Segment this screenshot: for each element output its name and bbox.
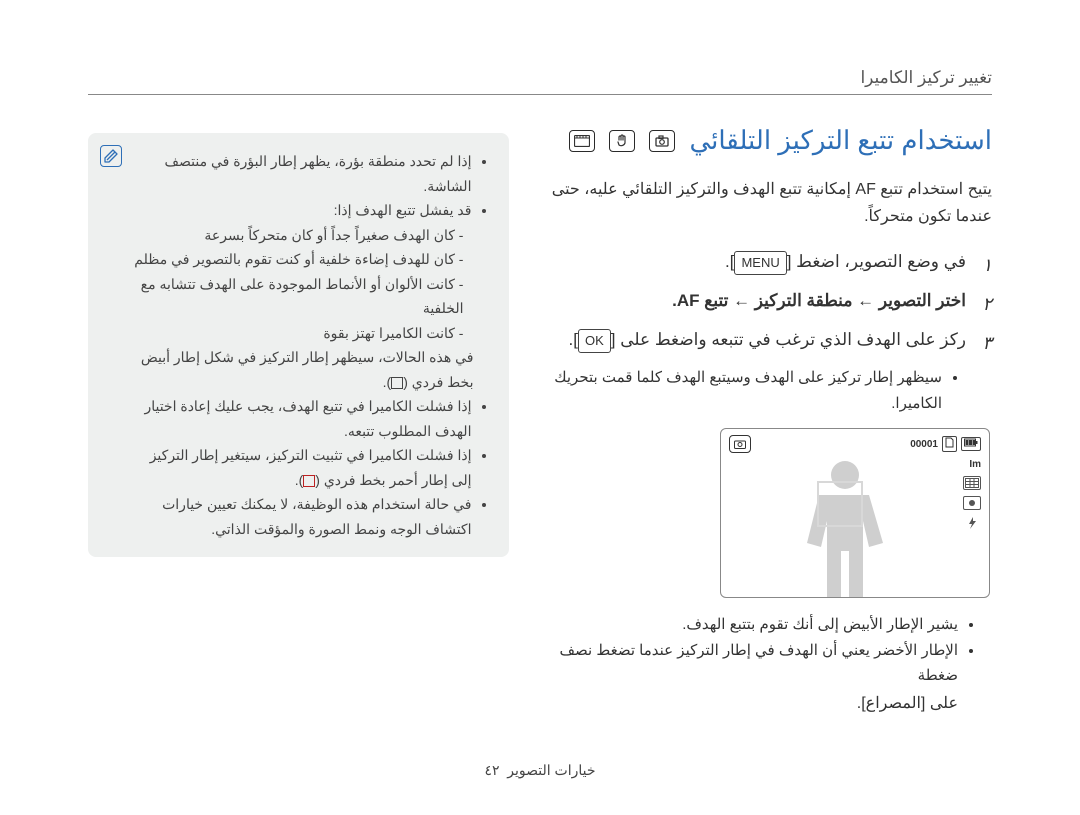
note-after-dash: في هذه الحالات، سيظهر إطار التركيز في شك…: [134, 345, 491, 394]
preview-counter: 00001: [910, 439, 938, 450]
note-bottom-1: إذا فشلت الكاميرا في تتبع الهدف، يجب علي…: [134, 394, 471, 443]
white-frame-icon: [391, 377, 403, 389]
note-dash-2: كان للهدف إضاءة خلفية أو كنت تقوم بالتصو…: [134, 247, 463, 272]
page-footer: خيارات التصوير ٤٢: [0, 762, 1080, 779]
step-2: اختر التصوير ← منطقة التركيز ← تتبع AF.: [549, 287, 992, 316]
sd-card-icon: [942, 436, 957, 452]
note-dash-1: كان الهدف صغيراً جداً أو كان متحركاً بسر…: [134, 223, 463, 248]
note-icon: [100, 145, 122, 167]
camera-preview: 00001 Im: [720, 428, 990, 598]
note-bottom-3: في حالة استخدام هذه الوظيفة، لا يمكنك تع…: [134, 492, 471, 541]
scene-mode-icon: [569, 130, 595, 152]
after-preview-bullets: يشير الإطار الأبيض إلى أنك تقوم بتتبع ال…: [549, 612, 992, 689]
menu-button-label: MENU: [734, 251, 786, 275]
red-frame-icon: [303, 475, 315, 487]
camera-mode-icon: [649, 130, 675, 152]
bullet-green-frame: الإطار الأخضر يعني أن الهدف في إطار التر…: [549, 638, 958, 689]
preview-mode-icon: [729, 435, 751, 453]
shutter-line: على [المصراع].: [549, 693, 992, 713]
step-sub-bullets: سيظهر إطار تركيز على الهدف وسيتبع الهدف …: [549, 365, 992, 416]
note-dash-4: كانت الكاميرا تهتز بقوة: [134, 321, 463, 346]
intro-text: يتيح استخدام تتبع AF إمكانية تتبع الهدف …: [549, 176, 992, 230]
note-bottom-2: إذا فشلت الكاميرا في تثبيت التركيز، سيتغ…: [134, 443, 471, 492]
section-title: استخدام تتبع التركيز التلقائي: [689, 125, 992, 156]
steps-list: في وضع التصوير، اضغط [MENU]. اختر التصوي…: [549, 248, 992, 355]
note-dash-3: كانت الألوان أو الأنماط الموجودة على اله…: [134, 272, 463, 321]
section-title-row: استخدام تتبع التركيز التلقائي: [549, 125, 992, 156]
note-box: إذا لم تحدد منطقة بؤرة، يظهر إطار البؤرة…: [88, 133, 509, 557]
hand-mode-icon: [609, 130, 635, 152]
step-3: ركز على الهدف الذي ترغب في تتبعه واضغط ع…: [549, 326, 992, 355]
ok-button-label: OK: [578, 329, 611, 353]
note-top-2: قد يفشل تتبع الهدف إذا:: [134, 198, 471, 223]
note-top-1: إذا لم تحدد منطقة بؤرة، يظهر إطار البؤرة…: [134, 149, 471, 198]
battery-icon: [961, 437, 981, 451]
icon-small-1: [963, 496, 981, 510]
grid-icon: [963, 476, 981, 490]
page-header: تغيير تركيز الكاميرا: [88, 68, 992, 95]
bullet-focus-frame: سيظهر إطار تركيز على الهدف وسيتبع الهدف …: [549, 365, 942, 416]
preview-label-im: Im: [963, 459, 981, 470]
subject-silhouette: [781, 457, 901, 597]
bullet-white-frame: يشير الإطار الأبيض إلى أنك تقوم بتتبع ال…: [549, 612, 958, 638]
focus-square: [817, 481, 863, 527]
flash-icon: [963, 516, 981, 530]
step-1: في وضع التصوير، اضغط [MENU].: [549, 248, 992, 277]
